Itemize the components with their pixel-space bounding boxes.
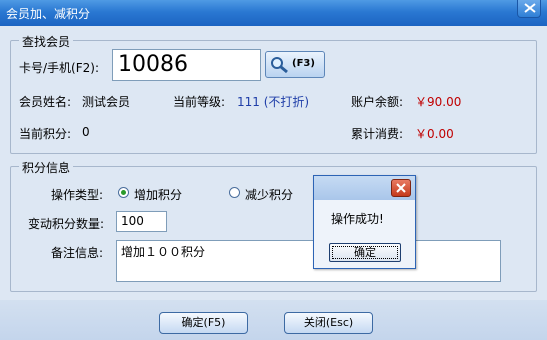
radio-selected-dot	[121, 190, 126, 195]
message-box-close-button[interactable]	[391, 179, 411, 197]
title-bar[interactable]: 会员加、减积分	[0, 0, 547, 26]
member-name-label: 会员姓名:	[19, 95, 72, 109]
balance-value: ￥90.00	[415, 95, 462, 109]
subtract-points-radio[interactable]	[229, 187, 240, 198]
points-info-legend: 积分信息	[19, 159, 74, 176]
search-button[interactable]: (F3)	[265, 51, 325, 78]
points-label: 当前积分:	[19, 127, 72, 141]
change-amount-input[interactable]: 100	[116, 211, 167, 232]
member-level-label: 当前等级:	[173, 95, 226, 109]
message-ok-button[interactable]: 确定	[329, 243, 401, 262]
add-points-label[interactable]: 增加积分	[134, 186, 182, 203]
close-icon	[524, 3, 536, 13]
card-label: 卡号/手机(F2):	[19, 61, 99, 75]
card-number-input[interactable]: 10086	[112, 49, 261, 81]
find-member-legend: 查找会员	[19, 33, 74, 50]
window-title: 会员加、减积分	[6, 7, 91, 21]
search-shortcut-label: (F3)	[292, 58, 315, 69]
points-value: 0	[82, 125, 90, 139]
total-spent-value: ￥0.00	[415, 127, 454, 141]
success-message-box: 操作成功! 确定	[313, 175, 416, 269]
footer-bar	[0, 300, 547, 340]
note-label: 备注信息:	[51, 246, 104, 260]
note-textarea[interactable]: 增加１００积分	[116, 240, 501, 282]
subtract-points-label[interactable]: 减少积分	[245, 186, 293, 203]
member-level-value: 111 (不打折)	[237, 95, 310, 109]
change-amount-label: 变动积分数量:	[28, 217, 105, 231]
confirm-button[interactable]: 确定(F5)	[159, 312, 248, 334]
close-button[interactable]: 关闭(Esc)	[284, 312, 373, 334]
total-spent-label: 累计消费:	[351, 127, 404, 141]
search-icon	[271, 57, 288, 74]
operation-type-label: 操作类型:	[51, 188, 104, 202]
member-name-value: 测试会员	[82, 95, 131, 109]
balance-label: 账户余额:	[351, 95, 404, 109]
window-close-button[interactable]	[517, 0, 541, 18]
add-points-radio[interactable]	[118, 187, 129, 198]
message-text: 操作成功!	[331, 212, 384, 226]
close-icon	[396, 183, 406, 193]
